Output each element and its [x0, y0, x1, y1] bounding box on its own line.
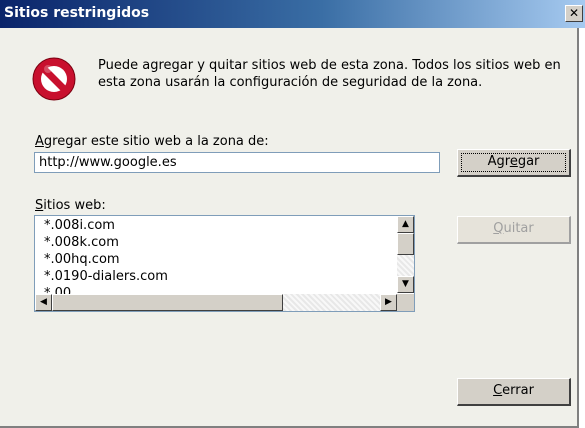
close-window-button[interactable]: ✕: [565, 5, 583, 22]
window-title: Sitios restringidos: [4, 5, 150, 21]
vertical-scrollbar[interactable]: ▲ ▼: [397, 216, 414, 293]
scroll-up-button[interactable]: ▲: [397, 216, 414, 233]
horizontal-scrollbar[interactable]: ◀ ▶: [35, 294, 414, 311]
horizontal-scroll-thumb[interactable]: [52, 294, 283, 311]
add-site-label: Agregar este sitio web a la zona de:: [35, 134, 269, 149]
restricted-icon: [32, 57, 76, 101]
site-url-input[interactable]: http://www.google.es: [34, 152, 440, 173]
add-button[interactable]: Agregar: [457, 149, 571, 177]
remove-button[interactable]: Quitar: [457, 216, 571, 244]
list-item[interactable]: *.008i.com: [44, 217, 168, 234]
info-message: Puede agregar y quitar sitios web de est…: [98, 58, 561, 90]
sites-label: Sitios web:: [35, 198, 106, 213]
list-item[interactable]: *.0190-dialers.com: [44, 268, 168, 285]
scrollbar-corner: [397, 294, 414, 311]
list-item[interactable]: *.00hq.com: [44, 251, 168, 268]
scroll-left-button[interactable]: ◀: [35, 294, 52, 311]
list-item[interactable]: *.008k.com: [44, 234, 168, 251]
focus-rectangle: [461, 153, 566, 172]
vertical-scroll-thumb[interactable]: [397, 233, 414, 255]
sites-items: *.008i.com *.008k.com *.00hq.com *.0190-…: [44, 217, 168, 302]
sites-list[interactable]: *.008i.com *.008k.com *.00hq.com *.0190-…: [34, 215, 415, 312]
scroll-right-button[interactable]: ▶: [380, 294, 397, 311]
scroll-down-button[interactable]: ▼: [397, 276, 414, 293]
close-button[interactable]: Cerrar: [457, 378, 571, 406]
title-bar: Sitios restringidos ✕: [0, 0, 585, 28]
